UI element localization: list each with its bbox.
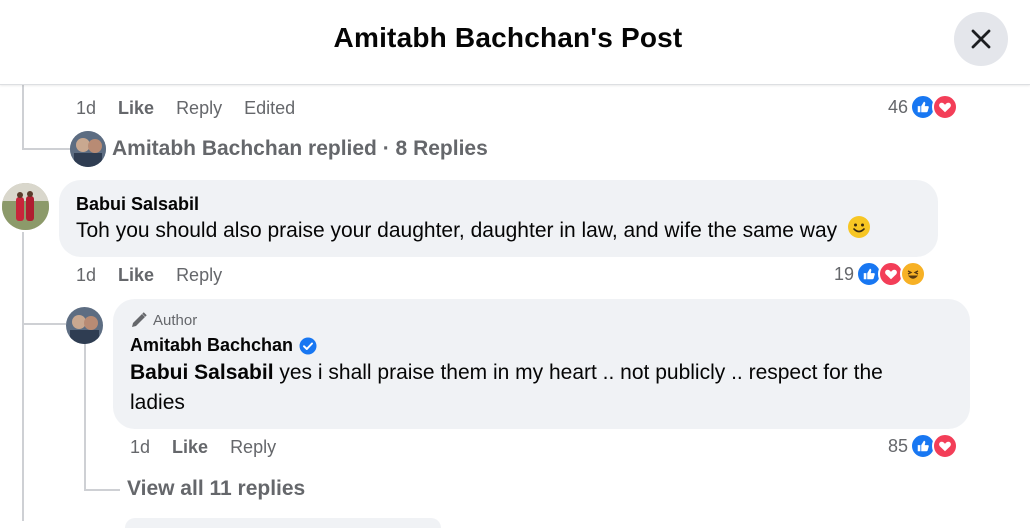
close-button[interactable] [954, 12, 1008, 66]
comment-body: Toh you should also praise your daughter… [76, 219, 838, 243]
reaction-count: 19 [834, 263, 855, 284]
page-title: Amitabh Bachchan's Post [333, 22, 683, 53]
reaction-count: 85 [888, 435, 909, 456]
thread-line [22, 148, 70, 150]
view-all-replies-link[interactable]: View all 11 replies [127, 477, 305, 501]
reply-author[interactable]: Amitabh Bachchan [130, 335, 293, 356]
reaction-summary[interactable]: 19 [834, 261, 927, 287]
author-badge-label: Author [153, 311, 198, 329]
reply-actions: 1d Like Reply [130, 437, 298, 458]
close-icon [971, 29, 991, 49]
haha-icon [900, 261, 927, 287]
thread-line [84, 489, 120, 491]
pencil-icon [132, 312, 147, 327]
reaction-summary[interactable]: 46 [888, 94, 959, 120]
thread-line [22, 84, 24, 150]
avatar[interactable] [70, 131, 106, 167]
avatar[interactable] [2, 183, 49, 230]
reply-button[interactable]: Reply [230, 437, 276, 458]
comment-time[interactable]: 1d [130, 437, 150, 458]
comment-time[interactable]: 1d [76, 265, 96, 286]
avatar[interactable] [66, 307, 103, 344]
thread-line [22, 323, 66, 325]
comment-text: Toh you should also praise your daughter… [76, 215, 871, 248]
reaction-count: 46 [888, 96, 909, 117]
love-icon [932, 433, 959, 459]
like-button[interactable]: Like [172, 437, 208, 458]
smile-emoji-icon [847, 215, 871, 248]
comment-actions: 1d Like Reply Edited [76, 98, 317, 119]
reply-button[interactable]: Reply [176, 98, 222, 119]
reply-bubble: Author Amitabh Bachchan Babui Salsabil y… [113, 299, 970, 429]
replied-summary-link[interactable]: Amitabh Bachchan replied · 8 Replies [112, 137, 488, 161]
love-icon [932, 94, 959, 120]
thread-line [84, 344, 86, 490]
like-button[interactable]: Like [118, 265, 154, 286]
thread-line [22, 232, 24, 521]
reply-text: Babui Salsabil yes i shall praise them i… [130, 358, 930, 418]
edited-label[interactable]: Edited [244, 98, 295, 119]
reply-author-row: Amitabh Bachchan [130, 335, 317, 356]
mention-link[interactable]: Babui Salsabil [130, 361, 274, 384]
author-badge: Author [130, 311, 197, 329]
comment-bubble: Babui Salsabil Toh you should also prais… [59, 180, 938, 257]
verified-badge-icon [299, 337, 317, 354]
post-dialog-header: Amitabh Bachchan's Post [0, 0, 1030, 85]
comment-time[interactable]: 1d [76, 98, 96, 119]
reaction-summary[interactable]: 85 [888, 433, 959, 459]
like-button[interactable]: Like [118, 98, 154, 119]
reply-button[interactable]: Reply [176, 265, 222, 286]
comment-author[interactable]: Babui Salsabil [76, 194, 199, 215]
comment-actions: 1d Like Reply [76, 265, 244, 286]
next-comment-edge [125, 518, 441, 528]
